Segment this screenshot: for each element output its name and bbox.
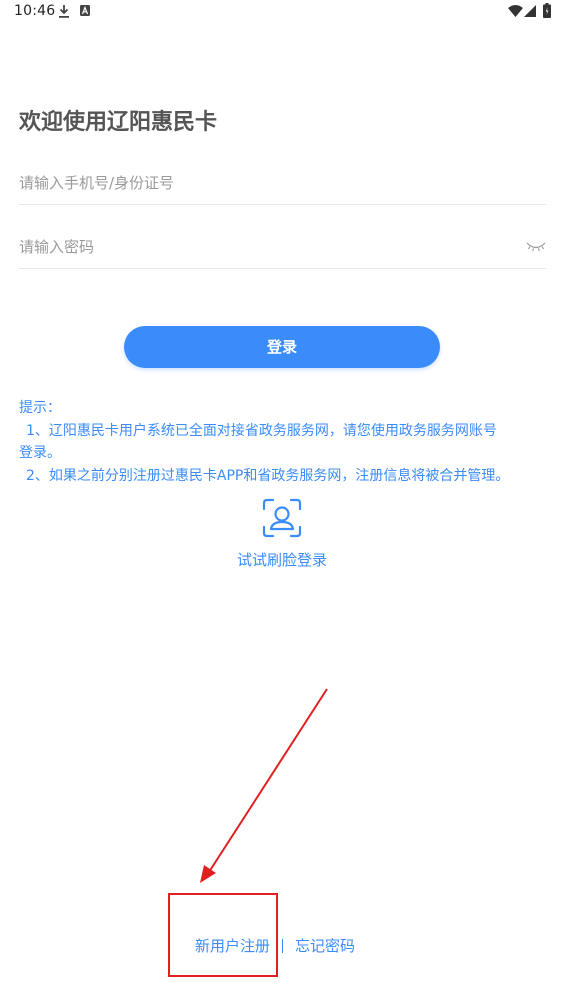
login-button[interactable]: 登录 (124, 326, 440, 368)
download-icon (59, 5, 69, 18)
wifi-icon (508, 5, 523, 17)
face-login-link[interactable]: 试试刷脸登录 (237, 549, 327, 570)
status-time: 10:46 (14, 3, 56, 19)
account-field (19, 164, 546, 205)
page-title: 欢迎使用辽阳惠民卡 (19, 110, 218, 135)
face-recognition-icon[interactable] (262, 498, 302, 538)
tip-heading: 提示： (19, 400, 61, 416)
password-input[interactable] (19, 228, 509, 266)
signal-icon (524, 5, 536, 17)
forgot-password-link[interactable]: 忘记密码 (295, 935, 355, 956)
tip-line-1: 1、辽阳惠民卡用户系统已全面对接省政务服务网，请您使用政务服务网账号 (26, 422, 497, 439)
a-icon (80, 5, 90, 16)
account-input[interactable] (19, 164, 509, 202)
eye-closed-icon[interactable] (526, 239, 546, 253)
link-divider (282, 939, 283, 953)
tip-line-1-continuation: 登录。 (19, 445, 61, 461)
tip-line-2: 2、如果之前分别注册过惠民卡APP和省政务服务网，注册信息将被合并管理。 (26, 467, 510, 484)
battery-icon (543, 3, 551, 18)
tip-block: 提示： 1、辽阳惠民卡用户系统已全面对接省政务服务网，请您使用政务服务网账号 登… (19, 397, 549, 487)
register-link[interactable]: 新用户注册 (195, 935, 270, 956)
password-field (19, 228, 546, 269)
status-bar: 10:46 (0, 0, 565, 26)
